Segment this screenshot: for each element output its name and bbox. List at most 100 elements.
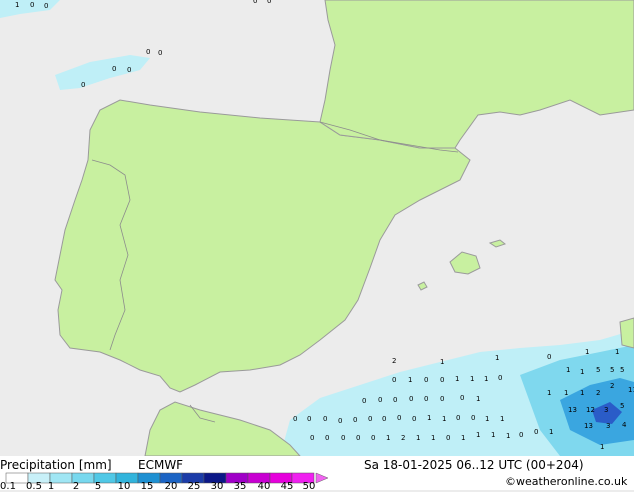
- precip-value-label: 5: [596, 366, 600, 374]
- precip-value-label: 0: [534, 428, 538, 436]
- precip-value-label: 0: [146, 48, 150, 56]
- scale-tick-label: 0.1: [0, 481, 16, 492]
- precip-value-label: 0: [378, 396, 382, 404]
- precip-value-label: 1: [461, 434, 465, 442]
- precip-value-label: 0: [158, 49, 162, 57]
- precip-value-label: 0: [307, 415, 311, 423]
- precip-value-label: 1: [506, 432, 510, 440]
- precip-value-label: 0: [498, 374, 502, 382]
- precip-value-label: 1: [600, 443, 604, 451]
- precip-value-label: 1: [476, 395, 480, 403]
- precip-value-label: 0: [127, 66, 131, 74]
- precip-value-label: 4: [622, 421, 627, 429]
- land-sardinia: [619, 317, 634, 349]
- precip-value-label: 1: [549, 428, 553, 436]
- precip-value-label: 0: [356, 434, 360, 442]
- precip-value-label: 0: [323, 415, 327, 423]
- precip-value-label: 0: [30, 1, 34, 9]
- precip-value-label: 1: [408, 376, 412, 384]
- credit-label: ©weatheronline.co.uk: [505, 475, 628, 488]
- precip-value-label: 0: [424, 376, 428, 384]
- scale-tick-label: 40: [257, 481, 271, 492]
- scale-tick-label: 5: [94, 481, 102, 492]
- precip-value-label: 1: [547, 389, 551, 397]
- precip-value-label: 0: [325, 434, 329, 442]
- precip-value-label: 1: [416, 434, 420, 442]
- precip-value-label: 0: [456, 414, 460, 422]
- precip-value-label: 0: [547, 353, 551, 361]
- precip-value-label: 0: [81, 81, 85, 89]
- precip-value-label: 0: [44, 2, 48, 10]
- precip-value-label: 3: [606, 422, 610, 430]
- precipitation-map: 1 0 00 00 00 000 0 0 0 0 0 0 0 0 1 1 0 0 1 10 0 0 0 0 1 2 1 1 0 1 1 1 1 0…: [0, 0, 634, 457]
- precip-value-label: 12: [586, 406, 595, 414]
- precip-value-label: 1: [615, 348, 619, 356]
- scale-tick-label: 15: [140, 481, 154, 492]
- precip-value-label: 5: [610, 366, 614, 374]
- scale-tick-label: 10: [117, 481, 131, 492]
- precip-value-label: 0: [112, 65, 116, 73]
- scale-tick-label: 2: [72, 481, 80, 492]
- precip-value-label: 0: [446, 434, 450, 442]
- precip-value-label: 13: [584, 422, 593, 430]
- scale-arrow: [315, 472, 329, 484]
- precip-value-label: 1: [470, 375, 474, 383]
- precip-value-label: 1: [491, 431, 495, 439]
- precip-value-label: 0: [393, 396, 397, 404]
- title-label: Precipitation [mm]: [0, 458, 112, 472]
- precip-value-label: 0: [341, 434, 345, 442]
- precip-value-label: 0: [460, 394, 464, 402]
- precip-value-label: 0: [409, 395, 413, 403]
- scale-tick-label: 50: [302, 481, 316, 492]
- precip-value-label: 0: [424, 395, 428, 403]
- precip-value-label: 0: [368, 415, 372, 423]
- precip-value-label: 0: [353, 416, 357, 424]
- scale-tick-label: 20: [164, 481, 178, 492]
- precip-value-label: 5: [620, 402, 624, 410]
- precip-value-label: 1: [495, 354, 499, 362]
- precip-value-label: 1: [442, 415, 446, 423]
- scale-tick-label: 25: [187, 481, 201, 492]
- precip-value-label: 1: [15, 1, 19, 9]
- datetime-label: Sa 18-01-2025 06..12 UTC (00+204): [364, 458, 584, 472]
- precip-value-label: 0: [371, 434, 375, 442]
- model-label: ECMWF: [138, 458, 184, 472]
- precip-value-label: 2: [610, 382, 614, 390]
- precip-value-label: 0: [440, 376, 444, 384]
- scale-tick-label: 1: [47, 481, 55, 492]
- precip-value-label: 3: [604, 406, 608, 414]
- scale-tick-label: 30: [210, 481, 224, 492]
- precip-value-label: 0: [338, 417, 342, 425]
- precip-value-label: 1: [564, 389, 568, 397]
- precip-value-label: 1: [455, 375, 459, 383]
- precip-value-label: 0: [392, 376, 396, 384]
- scale-tick-label: 45: [280, 481, 294, 492]
- precip-value-label: 1: [386, 434, 390, 442]
- precip-value-label: 1: [427, 414, 431, 422]
- precip-value-label: 1: [500, 415, 504, 423]
- precip-value-label: 0: [412, 415, 416, 423]
- precip-value-label: 0: [440, 395, 444, 403]
- precip-value-label: 1: [476, 431, 480, 439]
- precip-value-label: 0: [519, 431, 523, 439]
- precip-value-label: 0: [471, 414, 475, 422]
- precip-value-label: 0: [310, 434, 314, 442]
- precip-value-label: 0: [267, 0, 271, 5]
- precip-value-label: 1: [580, 368, 584, 376]
- precip-value-label: 0: [362, 397, 366, 405]
- precip-value-label: 1: [566, 366, 570, 374]
- precip-value-label: 0: [382, 415, 386, 423]
- precip-value-label: 2: [596, 389, 600, 397]
- precip-value-label: 13: [568, 406, 577, 414]
- precip-value-label: 2: [401, 434, 405, 442]
- precip-value-label: 0: [397, 414, 401, 422]
- precip-value-label: 0: [253, 0, 257, 5]
- precip-value-label: 1: [580, 389, 584, 397]
- precip-value-label: 1: [484, 375, 488, 383]
- scale-tick-label: 35: [233, 481, 247, 492]
- precip-value-label: 0: [293, 415, 297, 423]
- precip-value-label: 1: [585, 348, 589, 356]
- precip-value-label: 1: [440, 358, 444, 366]
- precip-value-label: 1: [485, 415, 489, 423]
- precip-value-label: 5: [620, 366, 624, 374]
